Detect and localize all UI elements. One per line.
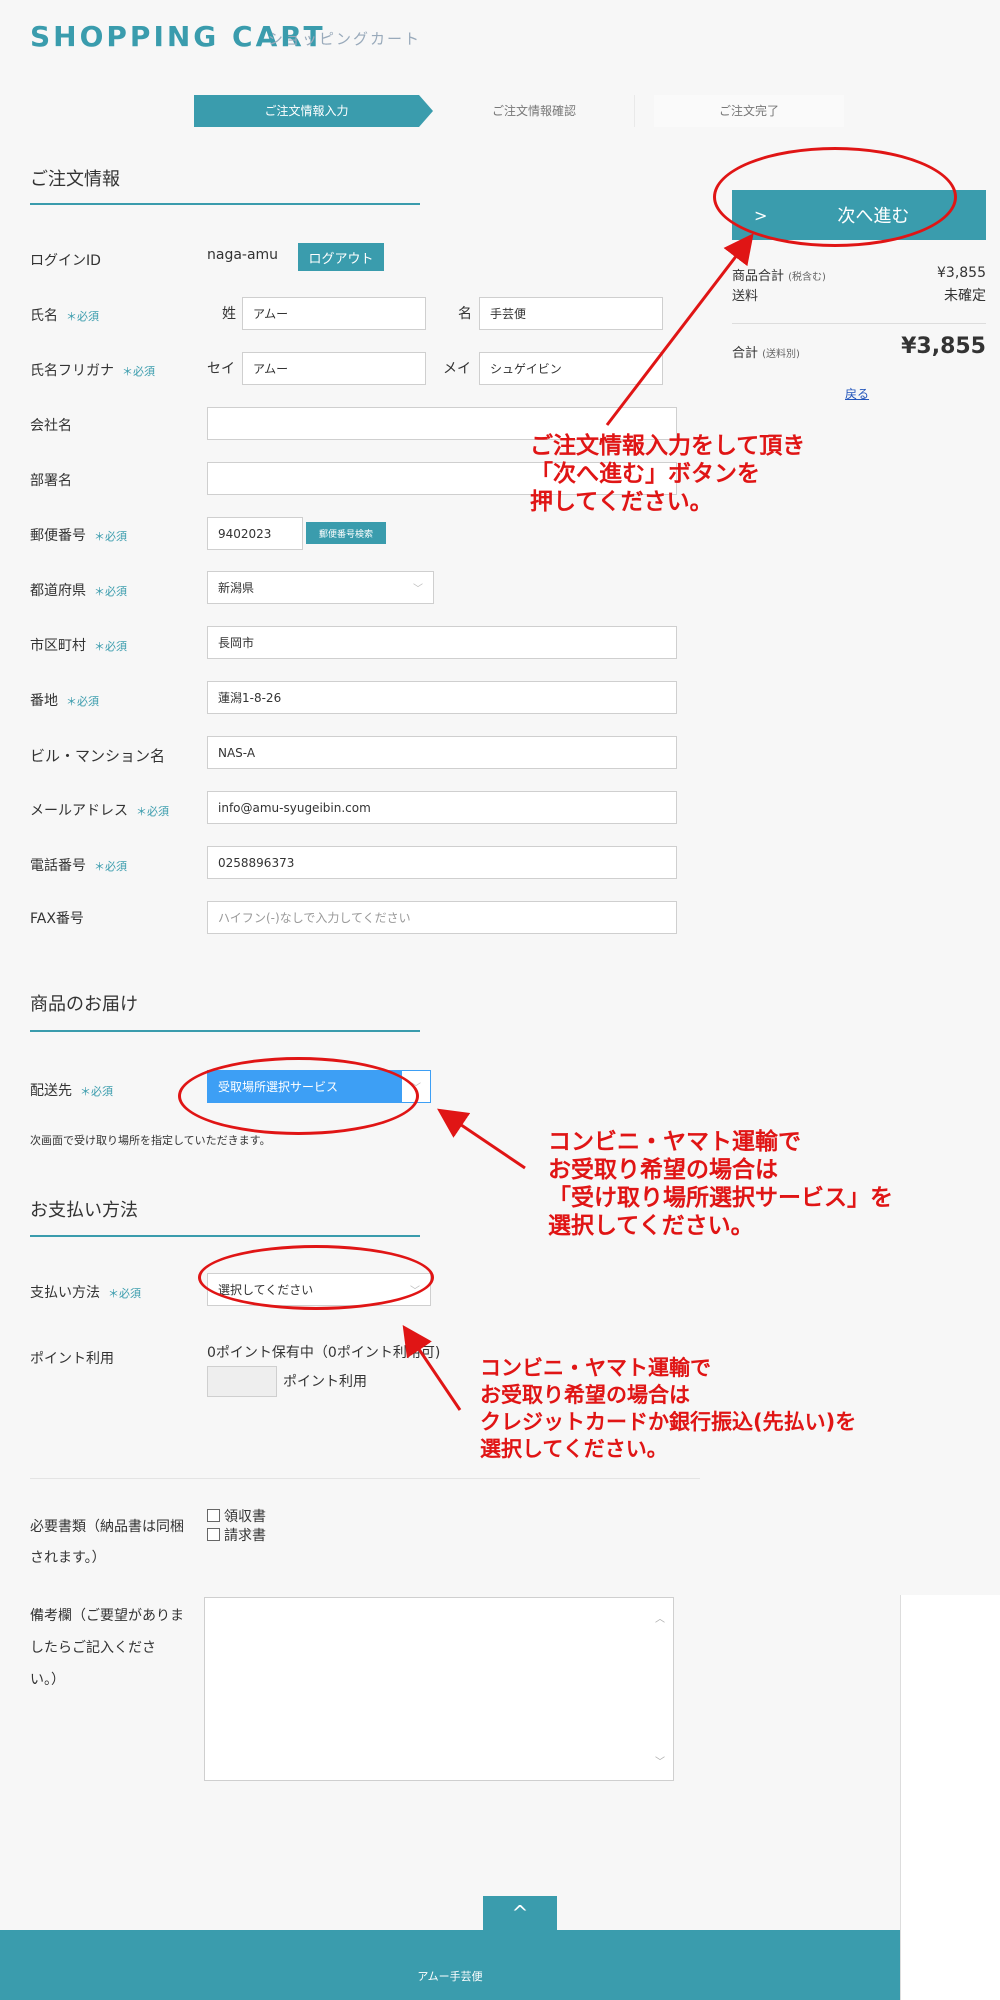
back-to-top-button[interactable]: ^ xyxy=(483,1896,557,1930)
annotation-arrows xyxy=(402,233,754,1411)
arrow-to-delivery-select xyxy=(437,1108,526,1170)
arrow-to-next-button xyxy=(605,233,754,426)
annotation-next-button: ご注文情報入力をして頂き 「次へ進む」ボタンを 押してください。 xyxy=(530,433,806,515)
chevron-up-icon: ^ xyxy=(511,1901,529,1925)
arrow-to-payment-select xyxy=(402,1325,462,1411)
footer-text: アムー手芸便 xyxy=(417,1970,483,1983)
side-panel xyxy=(900,1595,1000,2000)
annotation-payment: コンビニ・ヤマト運輸で お受取り希望の場合は クレジットカードか銀行振込(先払い… xyxy=(480,1356,857,1461)
footer xyxy=(0,1930,900,2000)
annotation-delivery: コンビニ・ヤマト運輸で お受取り希望の場合は 「受け取り場所選択サービス」を 選… xyxy=(548,1129,893,1239)
